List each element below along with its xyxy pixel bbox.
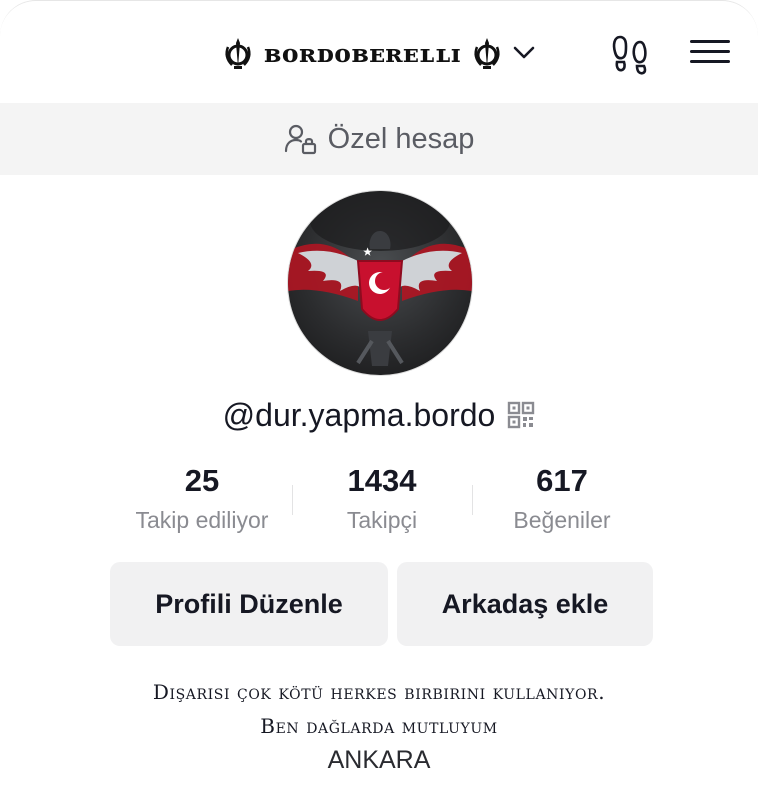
bio-line-1: Dışarısı çok kötü herkes birbirini kulla… xyxy=(152,680,606,704)
private-account-banner: Özel hesap xyxy=(0,103,758,175)
khanda-icon xyxy=(474,38,500,69)
following-count: 25 xyxy=(184,463,220,498)
avatar-emblem-image xyxy=(288,191,472,366)
username: @dur.yapma.bordo xyxy=(222,396,496,433)
qr-code-icon[interactable] xyxy=(507,401,535,429)
followers-stat[interactable]: 1434 Takipçi xyxy=(292,459,472,534)
username-row: @dur.yapma.bordo xyxy=(0,393,758,437)
following-label: Takip ediliyor xyxy=(135,507,269,533)
top-bar: ʙᴏʀᴅᴏʙᴇʀᴇʟʟɪ xyxy=(0,1,758,103)
likes-count: 617 xyxy=(536,463,588,498)
chevron-down-icon xyxy=(513,46,535,59)
followers-count: 1434 xyxy=(347,463,417,498)
account-name: ʙᴏʀᴅᴏʙᴇʀᴇʟʟɪ xyxy=(264,38,461,68)
private-account-icon xyxy=(284,124,316,155)
stats-bar: 25 Takip ediliyor 1434 Takipçi 617 Beğen… xyxy=(112,459,652,549)
likes-stat[interactable]: 617 Beğeniler xyxy=(472,459,652,534)
hamburger-menu-icon[interactable] xyxy=(688,35,732,71)
account-switcher[interactable]: ʙᴏʀᴅᴏʙᴇʀᴇʟʟɪ xyxy=(222,33,535,73)
private-account-label: Özel hesap xyxy=(327,122,475,155)
bio: Dışarısı çok kötü herkes birbirini kulla… xyxy=(0,675,758,777)
add-friend-button[interactable]: Arkadaş ekle xyxy=(397,562,653,646)
edit-profile-button[interactable]: Profili Düzenle xyxy=(110,562,388,646)
bio-line-3: ANKARA xyxy=(327,746,431,774)
bio-line-2: Ben dağlarda mutluyum xyxy=(260,714,498,738)
followers-label: Takipçi xyxy=(346,507,418,533)
footprints-icon[interactable] xyxy=(610,33,652,75)
khanda-icon xyxy=(225,38,251,69)
likes-label: Beğeniler xyxy=(513,507,611,533)
profile-screen: ʙᴏʀᴅᴏʙᴇʀᴇʟʟɪ Özel hesap @dur.yapma.bordo… xyxy=(0,0,758,800)
avatar[interactable] xyxy=(288,191,472,375)
following-stat[interactable]: 25 Takip ediliyor xyxy=(112,459,292,534)
